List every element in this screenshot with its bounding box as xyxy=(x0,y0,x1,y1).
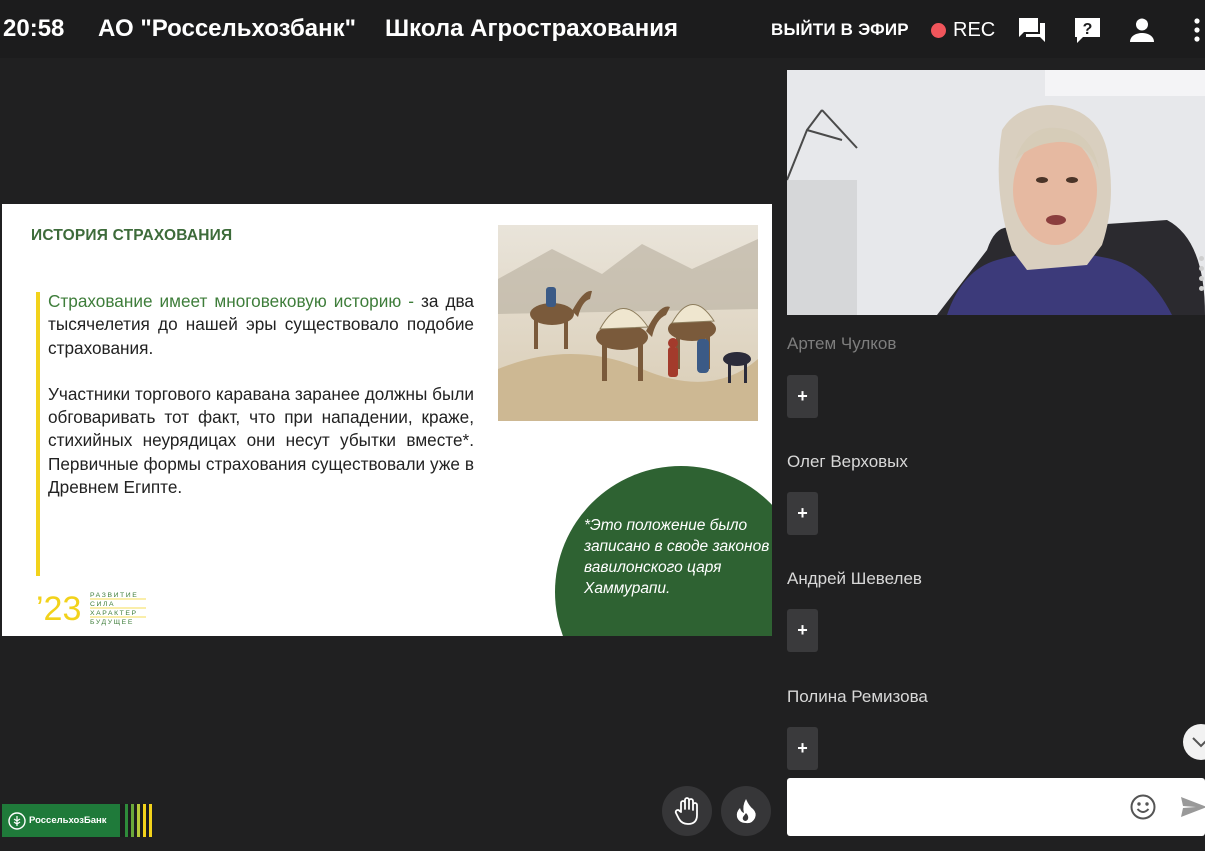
rec-dot-icon xyxy=(931,23,946,38)
logo-word-2: СИЛА xyxy=(90,601,115,608)
person-icon[interactable] xyxy=(1128,16,1156,44)
logo-word-1: РАЗВИТИЕ xyxy=(90,592,138,599)
footnote-text: *Это положение было записано в своде зак… xyxy=(584,517,770,597)
add-participant-button[interactable]: + xyxy=(787,609,818,652)
add-participant-button[interactable]: + xyxy=(787,492,818,535)
go-live-button[interactable]: ВЫЙТИ В ЭФИР xyxy=(771,20,909,40)
logo-word-3: ХАРАКТЕР xyxy=(90,610,138,617)
slide-paragraph-highlight: Страхование имеет многовековую историю - xyxy=(48,291,414,311)
svg-text:?: ? xyxy=(1082,21,1092,38)
organization-name: АО "Россельхозбанк" xyxy=(98,15,357,42)
more-vert-icon[interactable] xyxy=(1183,16,1205,44)
logo-word-4: БУДУЩЕЕ xyxy=(90,619,134,626)
rec-indicator[interactable]: REC xyxy=(931,19,995,42)
participant-name: Андрей Шевелев xyxy=(787,569,922,588)
event-title: Школа Агрострахования xyxy=(385,15,679,42)
emoji-icon[interactable] xyxy=(1129,793,1157,821)
speaker-video xyxy=(787,70,1205,315)
add-participant-button[interactable]: + xyxy=(787,375,818,418)
anniversary-logo: ’23 РАЗВИТИЕ СИЛА ХАРАКТЕР БУДУЩЕЕ xyxy=(36,588,156,633)
top-bar: 20:58 АО "Россельхозбанк" Школа Агростра… xyxy=(0,0,1205,58)
slide-accent-bar xyxy=(36,292,40,576)
presentation-slide: ИСТОРИЯ СТРАХОВАНИЯ Страхование имеет мн… xyxy=(2,204,772,636)
slide-body: Страхование имеет многовековую историю -… xyxy=(48,290,474,499)
slide-paragraph-2: Участники торгового каравана заранее дол… xyxy=(48,383,474,498)
rec-label: REC xyxy=(953,19,996,41)
wheat-icon xyxy=(8,811,26,830)
participant-name: Артем Чулков xyxy=(787,334,897,353)
clock: 20:58 xyxy=(3,15,65,42)
scroll-down-button[interactable] xyxy=(1183,724,1205,760)
raise-hand-icon[interactable] xyxy=(662,786,712,836)
question-icon[interactable]: ? xyxy=(1073,16,1101,44)
brand-stripes xyxy=(120,804,152,837)
logo-number: ’23 xyxy=(36,590,81,628)
caravan-illustration xyxy=(492,219,764,425)
bank-logo: РоссельхозБанк xyxy=(2,804,154,837)
chevron-down-icon xyxy=(1192,737,1205,748)
bank-name: РоссельхозБанк xyxy=(29,815,107,826)
slide-title: ИСТОРИЯ СТРАХОВАНИЯ xyxy=(31,227,233,244)
fire-reaction-icon[interactable] xyxy=(721,786,771,836)
participant-name: Полина Ремизова xyxy=(787,687,928,706)
chat-icon[interactable] xyxy=(1018,16,1046,44)
participant-name: Олег Верховых xyxy=(787,452,908,471)
send-icon[interactable] xyxy=(1180,795,1205,819)
scrollbar[interactable] xyxy=(1199,256,1205,296)
add-participant-button[interactable]: + xyxy=(787,727,818,770)
